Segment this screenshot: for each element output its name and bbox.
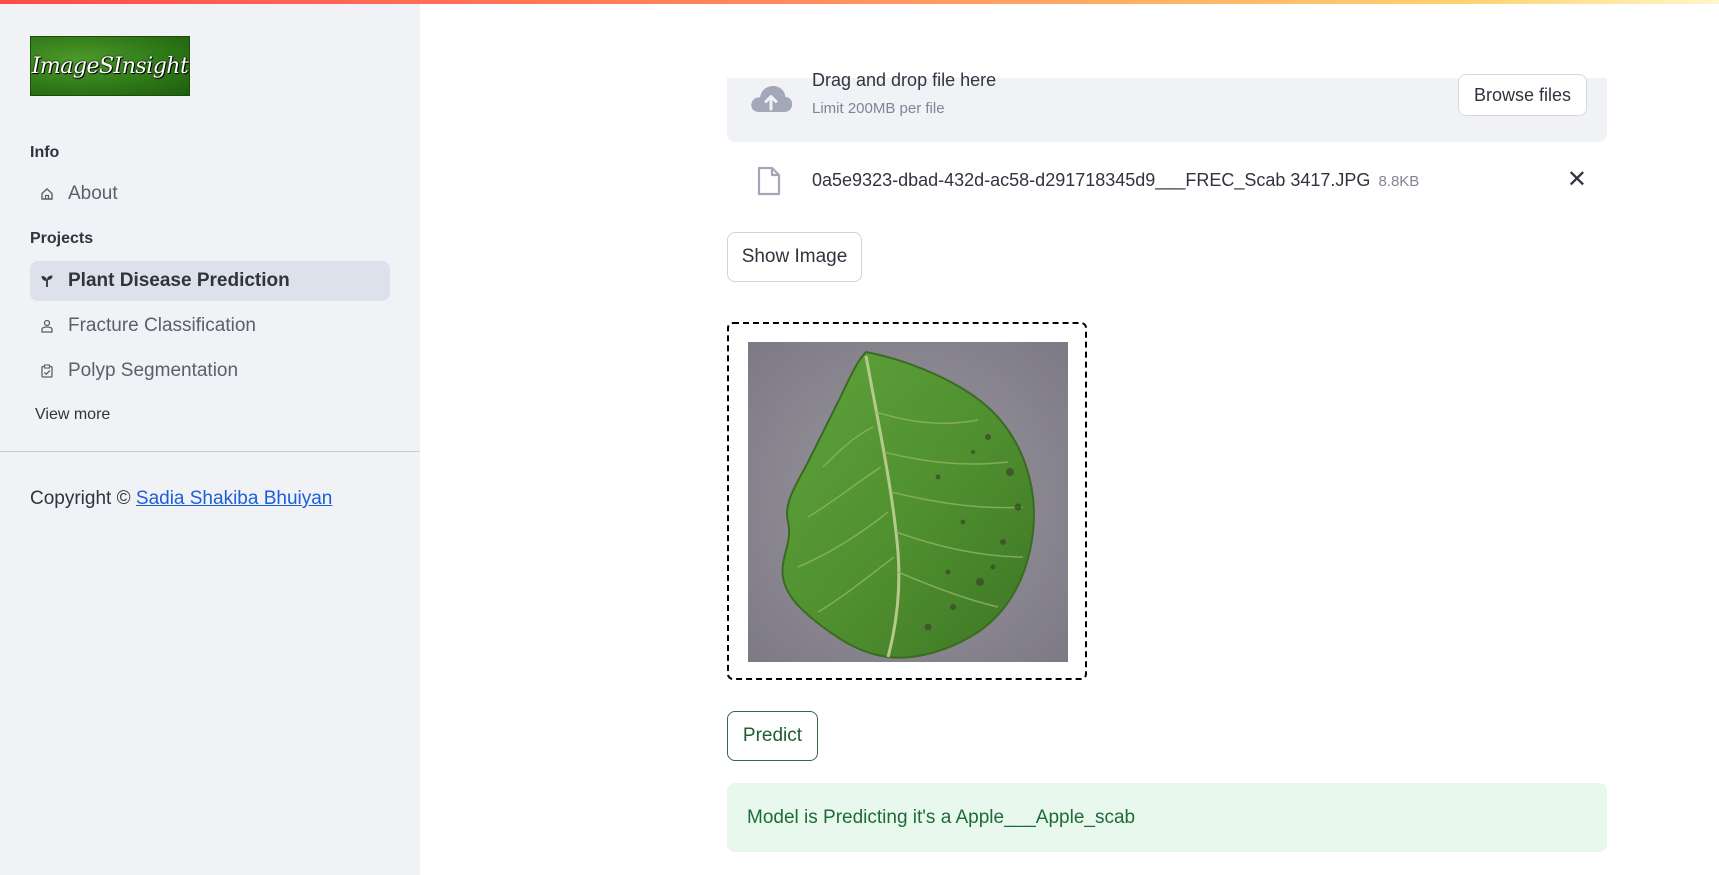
file-name-text: 0a5e9323-dbad-432d-ac58-d291718345d9___F… bbox=[812, 170, 1371, 190]
close-icon[interactable]: ✕ bbox=[1567, 168, 1587, 192]
sidebar-item-plant-disease-prediction[interactable]: Plant Disease Prediction bbox=[30, 261, 390, 301]
show-image-button[interactable]: Show Image bbox=[727, 232, 862, 282]
sidebar-item-about[interactable]: About bbox=[30, 174, 390, 214]
sidebar-item-label: Fracture Classification bbox=[68, 315, 256, 336]
leaf-image bbox=[748, 342, 1068, 662]
uploaded-file-row: 0a5e9323-dbad-432d-ac58-d291718345d9___F… bbox=[727, 160, 1607, 202]
image-preview-frame bbox=[727, 322, 1087, 680]
prediction-result-text: Model is Predicting it's a Apple___Apple… bbox=[747, 806, 1136, 828]
sidebar-item-polyp-segmentation[interactable]: Polyp Segmentation bbox=[30, 351, 390, 391]
dropzone-limit: Limit 200MB per file bbox=[812, 100, 945, 117]
person-icon bbox=[40, 319, 54, 333]
prediction-result-alert: Model is Predicting it's a Apple___Apple… bbox=[727, 783, 1607, 852]
sidebar-item-label: Plant Disease Prediction bbox=[68, 270, 290, 291]
view-more-link[interactable]: View more bbox=[35, 406, 110, 424]
sidebar-item-label: About bbox=[68, 183, 118, 204]
cloud-upload-icon bbox=[747, 80, 795, 125]
file-size: 8.8KB bbox=[1378, 173, 1420, 190]
top-decoration-bar bbox=[0, 0, 1719, 4]
dropzone-title: Drag and drop file here bbox=[812, 70, 997, 90]
logo-text: ImageSInsight bbox=[31, 53, 189, 79]
uploaded-file-name: 0a5e9323-dbad-432d-ac58-d291718345d9___F… bbox=[812, 170, 1419, 191]
clipboard-icon bbox=[40, 364, 54, 378]
copyright-prefix: Copyright © bbox=[30, 488, 131, 509]
copyright-text: Copyright © Sadia Shakiba Bhuiyan bbox=[30, 488, 332, 510]
home-icon bbox=[40, 187, 54, 201]
author-link[interactable]: Sadia Shakiba Bhuiyan bbox=[136, 488, 332, 509]
predict-button[interactable]: Predict bbox=[727, 711, 818, 761]
app-logo: ImageSInsight bbox=[30, 36, 190, 96]
section-label-info: Info bbox=[30, 144, 60, 161]
file-dropzone[interactable]: Drag and drop file here Limit 200MB per … bbox=[727, 70, 1607, 142]
section-label-projects: Projects bbox=[30, 230, 94, 247]
sidebar-item-fracture-classification[interactable]: Fracture Classification bbox=[30, 306, 390, 346]
sidebar: ImageSInsight Info About Projects Plant … bbox=[0, 0, 420, 875]
seedling-icon bbox=[40, 274, 54, 288]
sidebar-divider bbox=[0, 451, 420, 452]
browse-files-button[interactable]: Browse files bbox=[1457, 74, 1587, 116]
file-icon bbox=[757, 166, 781, 201]
sidebar-item-label: Polyp Segmentation bbox=[68, 360, 239, 381]
